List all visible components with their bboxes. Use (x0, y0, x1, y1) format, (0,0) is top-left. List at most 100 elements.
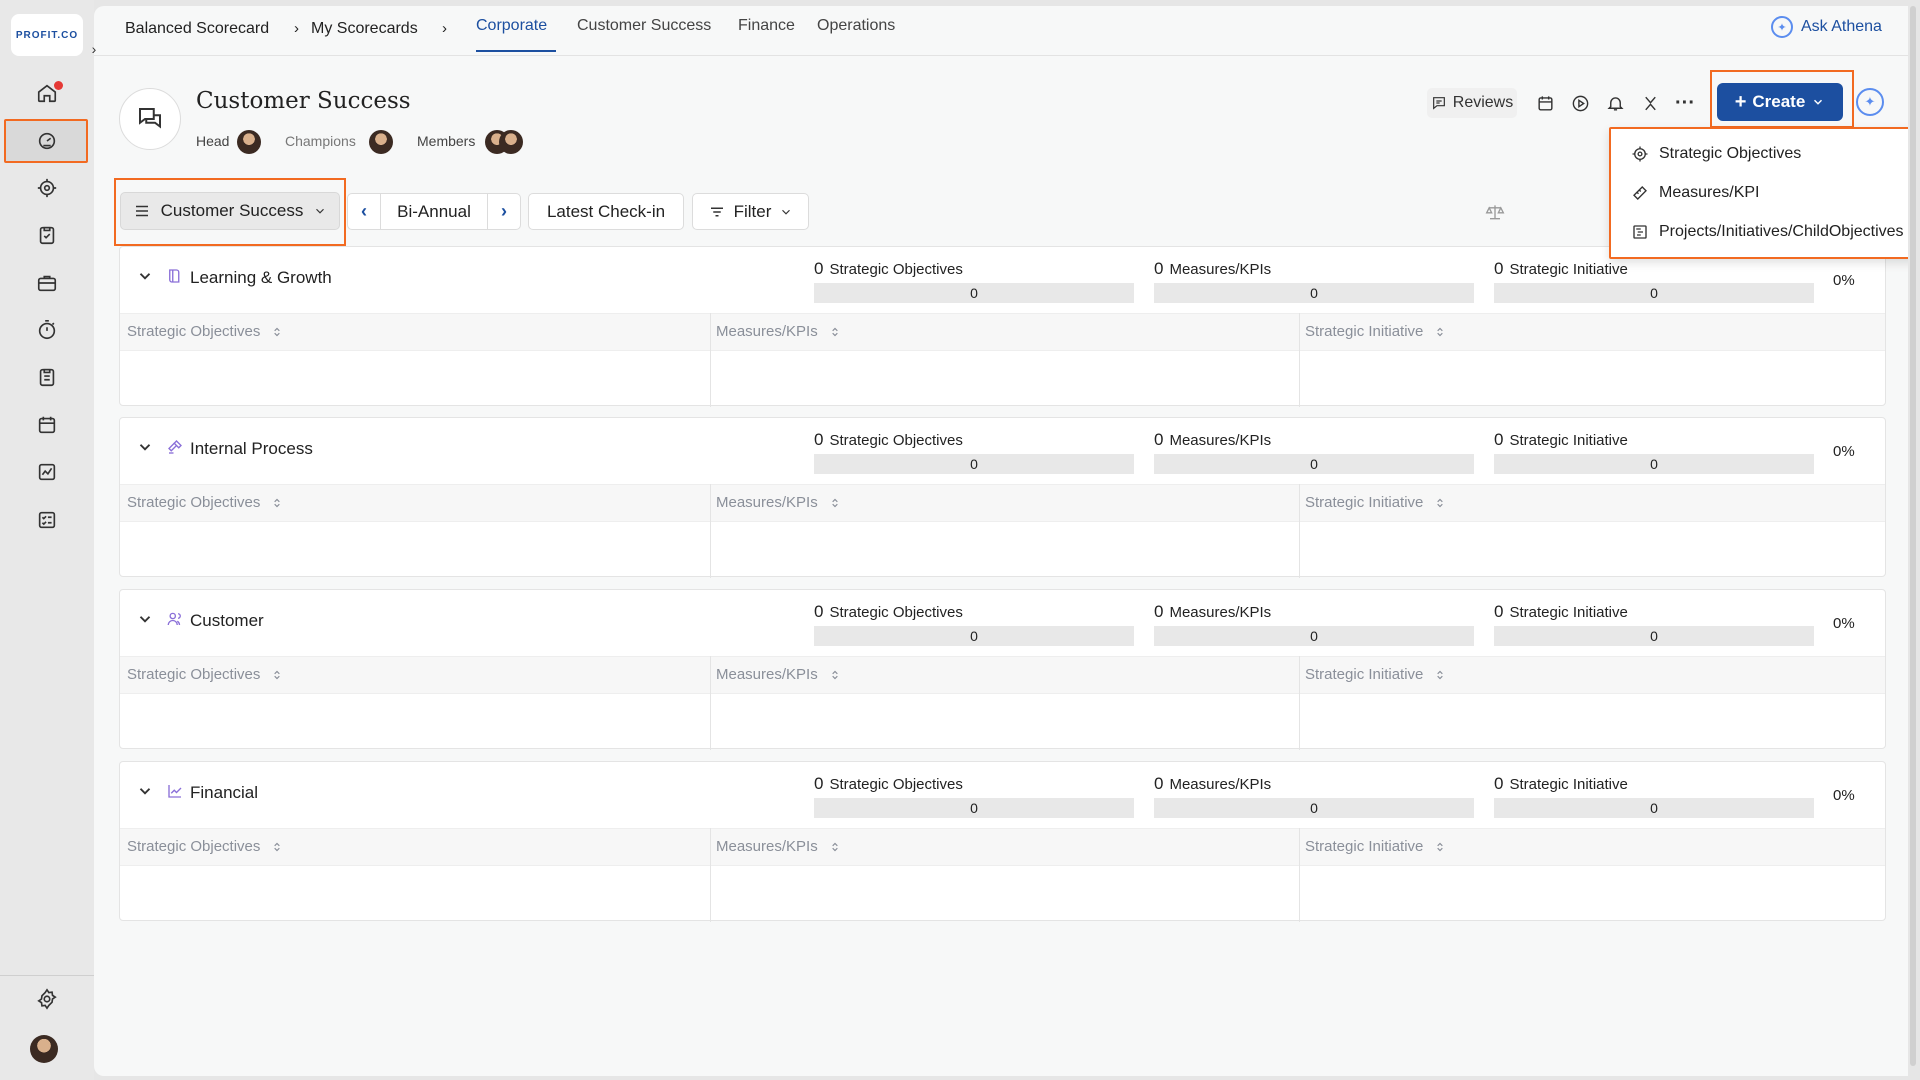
metric-value: 0 (1650, 456, 1658, 472)
chevron-down-icon (782, 209, 791, 215)
metric-summary: 0 Measures/KPIs 0 (1154, 602, 1474, 646)
metric-count: 0 (1154, 259, 1164, 278)
menu-item-projects-initiatives[interactable]: Projects/Initiatives/ChildObjectives (1631, 223, 1904, 241)
metric-summary: 0 Measures/KPIs 0 (1154, 774, 1474, 818)
clipboard-list-icon[interactable] (30, 360, 64, 394)
column-header[interactable]: Strategic Objectives (127, 666, 284, 683)
column-header-row: Strategic Objectives Measures/KPIs Strateg… (120, 656, 1885, 694)
target-icon[interactable] (30, 171, 64, 205)
profit-co-logo[interactable]: PROFIT.CO (11, 14, 83, 56)
chat-bubbles-icon (139, 108, 161, 129)
sort-icon[interactable] (828, 668, 842, 682)
tab-operations[interactable]: Operations (817, 17, 895, 35)
column-divider (1299, 656, 1300, 750)
column-header[interactable]: Strategic Initiative (1305, 494, 1447, 511)
metric-progress-bar: 0 (814, 283, 1134, 303)
head-label: Head (196, 133, 230, 149)
column-header[interactable]: Strategic Objectives (127, 323, 284, 340)
breadcrumb-my-scorecards[interactable]: My Scorecards (311, 20, 418, 38)
head-avatar[interactable] (237, 130, 261, 154)
sort-icon[interactable] (828, 840, 842, 854)
metric-summary: 0 Strategic Objectives 0 (814, 774, 1134, 818)
ask-athena-button[interactable]: ✦ Ask Athena (1771, 16, 1882, 38)
settings-icon[interactable] (30, 982, 64, 1016)
briefcase-icon[interactable] (30, 266, 64, 300)
metric-value: 0 (1650, 285, 1658, 301)
column-header[interactable]: Measures/KPIs (716, 838, 842, 855)
checkin-selector[interactable]: Latest Check-in (528, 193, 684, 230)
sort-icon[interactable] (1433, 496, 1447, 510)
sort-icon[interactable] (1433, 668, 1447, 682)
metric-label: Measures/KPIs (1169, 432, 1272, 449)
scrollbar-thumb[interactable] (1910, 6, 1916, 1066)
previous-period-button[interactable]: ‹ (348, 194, 380, 229)
section-title: Customer (190, 611, 264, 630)
sort-icon[interactable] (828, 496, 842, 510)
scorecard-icon[interactable] (30, 124, 64, 158)
metric-summary: 0 Strategic Initiative 0 (1494, 602, 1814, 646)
book-icon (166, 267, 184, 285)
menu-icon (135, 205, 148, 217)
column-header[interactable]: Strategic Initiative (1305, 838, 1447, 855)
collapse-toggle-icon[interactable] (136, 782, 154, 803)
scope-selector[interactable]: Customer Success (120, 192, 340, 230)
column-header-label: Measures/KPIs (716, 323, 818, 340)
sort-icon[interactable] (1433, 325, 1447, 339)
tab-finance[interactable]: Finance (738, 17, 795, 35)
balance-scale-icon[interactable] (1485, 202, 1505, 222)
bell-icon[interactable] (1601, 88, 1629, 118)
column-header[interactable]: Strategic Objectives (127, 494, 284, 511)
sort-icon[interactable] (270, 668, 284, 682)
sort-icon[interactable] (270, 840, 284, 854)
play-icon[interactable] (1566, 88, 1594, 118)
champion-avatar[interactable] (369, 130, 393, 154)
column-header[interactable]: Strategic Initiative (1305, 323, 1447, 340)
member-avatar[interactable] (499, 130, 523, 154)
sort-icon[interactable] (828, 325, 842, 339)
sort-icon[interactable] (1433, 840, 1447, 854)
user-avatar[interactable] (30, 1035, 58, 1063)
breadcrumb-separator: › (442, 20, 447, 37)
collapse-toggle-icon[interactable] (136, 267, 154, 288)
period-label[interactable]: Bi-Annual (380, 194, 488, 229)
create-label: Create (1752, 92, 1806, 111)
scope-label: Customer Success (160, 201, 304, 220)
metric-label: Strategic Initiative (1509, 261, 1628, 278)
tab-customer-success[interactable]: Customer Success (577, 17, 711, 35)
column-header[interactable]: Measures/KPIs (716, 666, 842, 683)
calendar-icon[interactable] (30, 408, 64, 442)
section-title: Learning & Growth (190, 268, 332, 287)
column-header-row: Strategic Objectives Measures/KPIs Strateg… (120, 313, 1885, 351)
sort-icon[interactable] (270, 325, 284, 339)
checklist-icon[interactable] (30, 503, 64, 537)
tab-corporate[interactable]: Corporate (476, 17, 547, 35)
metric-progress-bar: 0 (1154, 454, 1474, 474)
column-header[interactable]: Strategic Initiative (1305, 666, 1447, 683)
reviews-button[interactable]: Reviews (1427, 88, 1517, 118)
calendar-action-icon[interactable] (1531, 88, 1559, 118)
column-header[interactable]: Measures/KPIs (716, 323, 842, 340)
chart-line-icon[interactable] (30, 455, 64, 489)
menu-item-strategic-objectives[interactable]: Strategic Objectives (1631, 145, 1801, 163)
more-options-icon[interactable]: ··· (1671, 88, 1699, 118)
athena-assistant-icon[interactable]: ✦ (1856, 88, 1884, 116)
metric-value: 0 (970, 456, 978, 472)
stopwatch-icon[interactable] (30, 313, 64, 347)
collapse-toggle-icon[interactable] (136, 610, 154, 631)
next-period-button[interactable]: › (488, 194, 520, 229)
create-button[interactable]: + Create (1717, 83, 1843, 121)
tools-icon (166, 438, 184, 456)
collapse-toggle-icon[interactable] (136, 438, 154, 459)
sidebar-expand-icon[interactable]: › (86, 40, 102, 58)
collapse-icon[interactable] (1636, 88, 1664, 118)
metric-summary: 0 Strategic Initiative 0 (1494, 430, 1814, 474)
sort-icon[interactable] (270, 496, 284, 510)
column-divider (710, 313, 711, 407)
filter-button[interactable]: Filter (692, 193, 809, 230)
column-header-row: Strategic Objectives Measures/KPIs Strateg… (120, 828, 1885, 866)
menu-item-measures-kpi[interactable]: Measures/KPI (1631, 184, 1759, 202)
clipboard-check-icon[interactable] (30, 218, 64, 252)
column-header[interactable]: Strategic Objectives (127, 838, 284, 855)
column-header[interactable]: Measures/KPIs (716, 494, 842, 511)
breadcrumb-balanced-scorecard[interactable]: Balanced Scorecard (125, 20, 269, 38)
